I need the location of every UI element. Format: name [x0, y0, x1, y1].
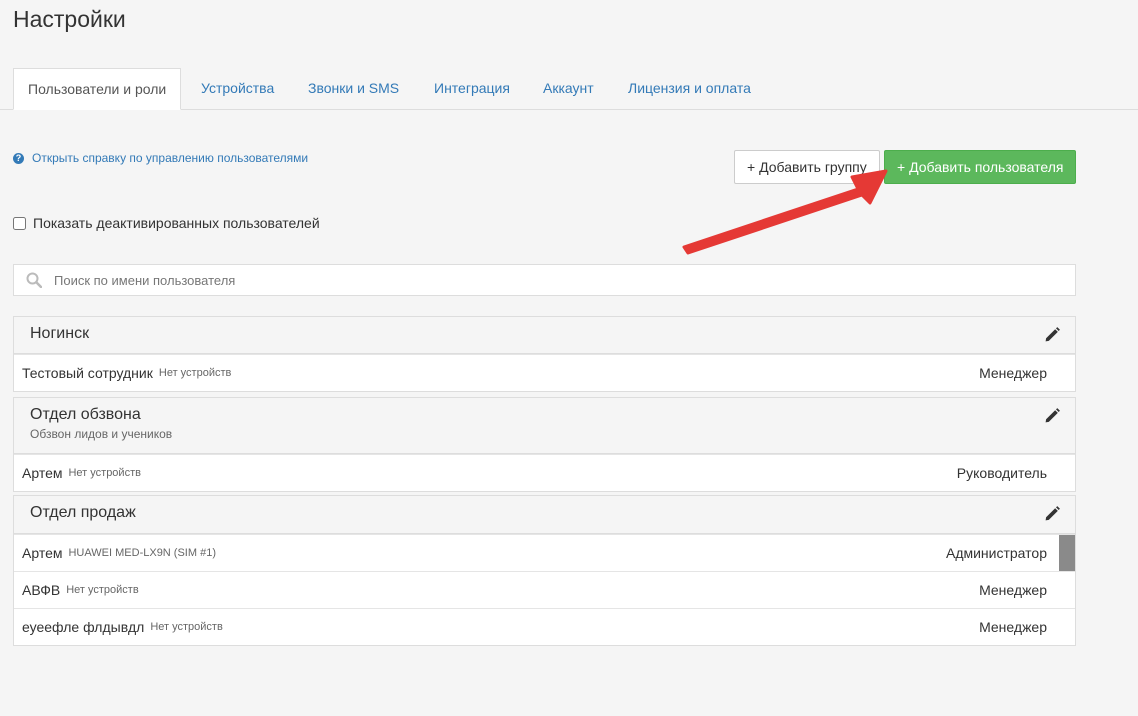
user-row[interactable]: Артем Нет устройств Руководитель — [14, 454, 1075, 491]
pencil-icon[interactable] — [1044, 326, 1061, 343]
group-header: Отдел продаж — [14, 496, 1075, 534]
tab-integration[interactable]: Интеграция — [434, 68, 510, 110]
pencil-icon[interactable] — [1044, 407, 1061, 424]
pencil-icon[interactable] — [1044, 505, 1061, 522]
add-user-button[interactable]: + Добавить пользователя — [884, 150, 1076, 184]
help-link[interactable]: ? Открыть справку по управлению пользова… — [13, 151, 308, 165]
search-icon — [26, 272, 42, 288]
scrollbar-thumb[interactable] — [1059, 535, 1075, 571]
user-name: АВФВ — [22, 582, 61, 598]
user-role: Менеджер — [979, 582, 1047, 598]
group-name: Отдел продаж — [30, 504, 136, 521]
group-name: Ногинск — [30, 325, 90, 342]
group-header: Ногинск — [14, 317, 1075, 354]
user-row[interactable]: Артем HUAWEI MED-LX9N (SIM #1) Администр… — [14, 534, 1075, 571]
tab-devices[interactable]: Устройства — [201, 68, 274, 110]
user-device: Нет устройств — [68, 467, 141, 479]
user-device: HUAWEI MED-LX9N (SIM #1) — [68, 547, 216, 559]
group-header: Отдел обзвона Обзвон лидов и учеников — [14, 398, 1075, 454]
question-circle-icon: ? — [13, 152, 24, 164]
page-title: Настройки — [13, 6, 126, 32]
user-name: Артем — [22, 545, 63, 561]
user-device: Нет устройств — [150, 621, 223, 633]
tab-calls-and-sms[interactable]: Звонки и SMS — [308, 68, 399, 110]
show-deactivated-label: Показать деактивированных пользователей — [33, 215, 320, 231]
show-deactivated-checkbox[interactable] — [13, 216, 26, 230]
user-row[interactable]: еуеефле флдывдл Нет устройств Менеджер — [14, 608, 1075, 645]
user-row[interactable]: АВФВ Нет устройств Менеджер — [14, 571, 1075, 608]
settings-tabs: Пользователи и роли Устройства Звонки и … — [0, 68, 1138, 110]
tab-license-and-payment[interactable]: Лицензия и оплата — [628, 68, 751, 110]
user-role: Администратор — [945, 545, 1047, 561]
group-panel: Отдел продаж Артем HUAWEI MED-LX9N (SIM … — [13, 495, 1076, 646]
user-role: Менеджер — [979, 365, 1047, 381]
user-device: Нет устройств — [66, 584, 139, 596]
show-deactivated-toggle[interactable]: Показать деактивированных пользователей — [13, 215, 320, 231]
user-name: Тестовый сотрудник — [22, 365, 153, 381]
group-name: Отдел обзвона — [30, 406, 141, 423]
user-row[interactable]: Тестовый сотрудник Нет устройств Менедже… — [14, 354, 1075, 391]
help-link-label: Открыть справку по управлению пользовате… — [32, 151, 309, 165]
user-role: Менеджер — [979, 619, 1047, 635]
group-panel: Отдел обзвона Обзвон лидов и учеников Ар… — [13, 397, 1076, 492]
user-device: Нет устройств — [158, 367, 232, 379]
group-panel: Ногинск Тестовый сотрудник Нет устройств… — [13, 316, 1076, 392]
add-group-button[interactable]: + Добавить группу — [734, 150, 880, 184]
search-input[interactable] — [54, 272, 1075, 288]
user-name: еуеефле флдывдл — [22, 619, 145, 635]
user-role: Руководитель — [956, 465, 1047, 481]
search-box[interactable] — [13, 264, 1076, 296]
group-description: Обзвон лидов и учеников — [30, 427, 173, 441]
user-name: Артем — [22, 465, 63, 481]
tab-users-and-roles[interactable]: Пользователи и роли — [13, 68, 182, 110]
tab-account[interactable]: Аккаунт — [543, 68, 594, 110]
